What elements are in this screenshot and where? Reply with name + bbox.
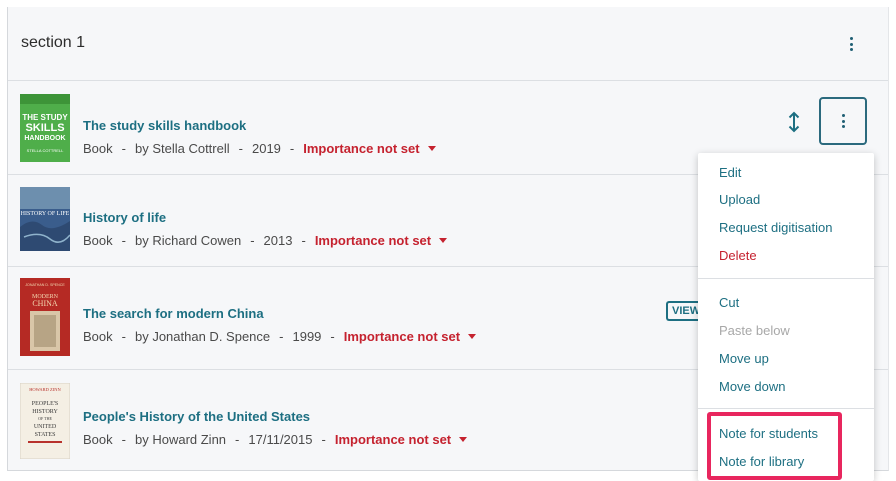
- svg-text:STATES: STATES: [35, 432, 56, 438]
- menu-divider: [698, 408, 874, 409]
- meta-separator: -: [289, 141, 295, 156]
- menu-item-move-up[interactable]: Move up: [719, 351, 769, 366]
- svg-text:UNITED: UNITED: [34, 424, 57, 430]
- meta-separator: -: [121, 329, 126, 344]
- item-title-link[interactable]: History of life: [83, 210, 166, 225]
- caret-down-icon: [468, 334, 477, 339]
- importance-dropdown[interactable]: Importance not set: [335, 432, 468, 447]
- menu-item-move-down[interactable]: Move down: [719, 379, 785, 394]
- item-author: by Richard Cowen: [134, 233, 242, 248]
- section-title: section 1: [21, 34, 86, 51]
- meta-separator: -: [121, 233, 126, 248]
- item-type: Book: [83, 141, 113, 156]
- svg-text:OF THE: OF THE: [38, 416, 52, 421]
- item-author: by Stella Cottrell: [134, 141, 230, 156]
- highlight-box: [707, 412, 842, 480]
- svg-text:HANDBOOK: HANDBOOK: [24, 135, 65, 142]
- section-more-button[interactable]: [838, 31, 864, 57]
- item-meta: Book - by Richard Cowen - 2013 - Importa…: [83, 233, 448, 248]
- meta-separator: -: [121, 432, 126, 447]
- item-date: 2013: [263, 233, 293, 248]
- item-meta: Book - by Stella Cottrell - 2019 - Impor…: [83, 141, 436, 156]
- menu-divider: [698, 278, 874, 279]
- book-cover-image[interactable]: THE STUDY SKILLS HANDBOOK STELLA COTTREL…: [20, 94, 70, 162]
- svg-text:SKILLS: SKILLS: [25, 122, 64, 134]
- item-title-link[interactable]: The study skills handbook: [83, 118, 246, 133]
- meta-separator: -: [238, 141, 243, 156]
- book-cover-image[interactable]: HOWARD ZINN PEOPLE'S HISTORY OF THE UNIT…: [20, 383, 70, 459]
- caret-down-icon: [459, 437, 468, 442]
- svg-text:STELLA COTTRELL: STELLA COTTRELL: [27, 148, 64, 153]
- item-date: 1999: [292, 329, 322, 344]
- kebab-icon: [841, 114, 845, 128]
- meta-separator: -: [321, 432, 326, 447]
- section-header: section 1: [8, 7, 888, 81]
- item-meta: Book - by Jonathan D. Spence - 1999 - Im…: [83, 329, 477, 344]
- move-handle-icon[interactable]: [786, 111, 802, 133]
- meta-separator: -: [121, 141, 126, 156]
- item-date: 17/11/2015: [248, 432, 313, 447]
- meta-separator: -: [235, 432, 240, 447]
- meta-separator: -: [279, 329, 284, 344]
- kebab-icon: [849, 37, 853, 51]
- svg-text:JONATHAN D. SPENCE: JONATHAN D. SPENCE: [25, 283, 65, 287]
- item-type: Book: [83, 432, 113, 447]
- menu-item-request-digitisation[interactable]: Request digitisation: [719, 220, 832, 235]
- item-author: by Jonathan D. Spence: [134, 329, 271, 344]
- item-more-button[interactable]: [819, 97, 867, 145]
- svg-text:HISTORY: HISTORY: [32, 409, 58, 415]
- menu-item-paste-below: Paste below: [719, 323, 790, 338]
- importance-dropdown[interactable]: Importance not set: [344, 329, 477, 344]
- caret-down-icon: [427, 146, 436, 151]
- menu-item-cut[interactable]: Cut: [719, 295, 739, 310]
- item-date: 2019: [251, 141, 281, 156]
- meta-separator: -: [250, 233, 255, 248]
- svg-text:CHINA: CHINA: [32, 299, 58, 308]
- meta-separator: -: [301, 233, 306, 248]
- book-cover-image[interactable]: JONATHAN D. SPENCE MODERN CHINA: [20, 278, 70, 356]
- caret-down-icon: [439, 238, 448, 243]
- item-title-link[interactable]: People's History of the United States: [83, 409, 310, 424]
- item-type: Book: [83, 233, 113, 248]
- menu-item-delete[interactable]: Delete: [719, 248, 757, 263]
- svg-text:HOWARD ZINN: HOWARD ZINN: [29, 387, 61, 392]
- importance-dropdown[interactable]: Importance not set: [315, 233, 448, 248]
- svg-text:HISTORY OF LIFE: HISTORY OF LIFE: [21, 211, 70, 217]
- item-type: Book: [83, 329, 113, 344]
- item-meta: Book - by Howard Zinn - 17/11/2015 - Imp…: [83, 432, 468, 447]
- svg-text:PEOPLE'S: PEOPLE'S: [32, 401, 58, 407]
- menu-item-upload[interactable]: Upload: [719, 192, 760, 207]
- item-author: by Howard Zinn: [134, 432, 227, 447]
- svg-text:THE STUDY: THE STUDY: [22, 113, 68, 122]
- menu-item-edit[interactable]: Edit: [719, 165, 741, 180]
- importance-dropdown[interactable]: Importance not set: [303, 141, 436, 156]
- book-cover-image[interactable]: HISTORY OF LIFE: [20, 187, 70, 251]
- item-title-link[interactable]: The search for modern China: [83, 306, 264, 321]
- meta-separator: -: [330, 329, 335, 344]
